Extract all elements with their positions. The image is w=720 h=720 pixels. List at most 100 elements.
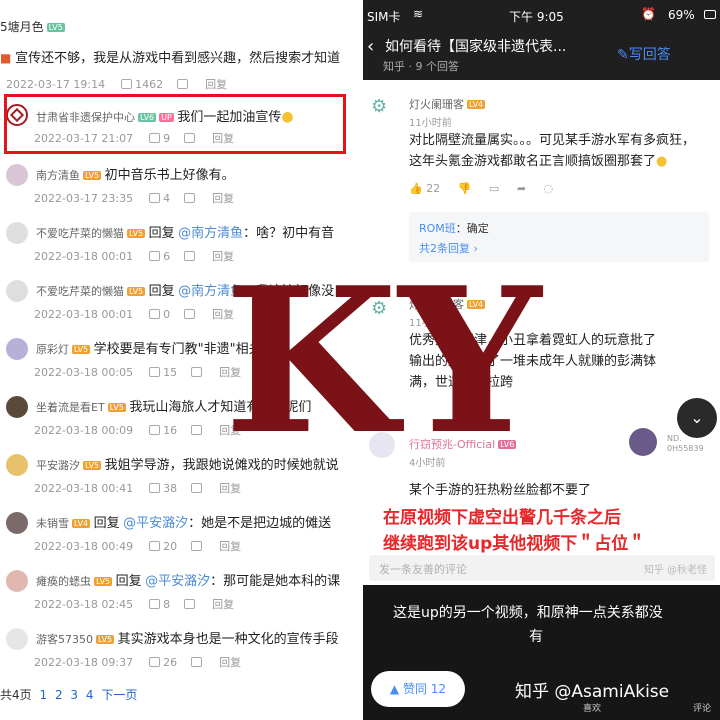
- like-count: 0: [163, 308, 171, 321]
- page-link-2[interactable]: 2: [55, 688, 63, 702]
- like-icon[interactable]: [149, 541, 161, 551]
- like-label[interactable]: 喜欢: [583, 701, 601, 714]
- avatar[interactable]: [6, 338, 28, 360]
- agree-label: 赞同 12: [402, 682, 447, 696]
- avatar[interactable]: ⚙: [371, 96, 395, 120]
- reply-button[interactable]: 回复: [219, 480, 241, 496]
- reply-button[interactable]: 回复: [219, 654, 241, 670]
- dislike-icon[interactable]: [191, 541, 203, 551]
- dislike-icon[interactable]: [177, 79, 189, 89]
- comment-line: 对比隔壁流量属实。。。可见某手游水军有多疯狂，: [409, 133, 696, 148]
- comment-date: 2022-03-18 09:37: [34, 656, 134, 669]
- level-badge: LV5: [96, 635, 115, 644]
- next-page-link[interactable]: 下一页: [101, 688, 137, 702]
- dislike-icon[interactable]: [184, 251, 196, 261]
- comment-text: 某个手游的狂热粉丝脸都不要了: [409, 483, 592, 498]
- reply-prefix: 回复: [148, 226, 175, 241]
- dislike-icon[interactable]: [191, 367, 203, 377]
- like-icon[interactable]: [149, 599, 161, 609]
- mention-link[interactable]: @南方清鱼: [178, 226, 243, 241]
- highlight-box: [4, 94, 346, 154]
- page-link-4[interactable]: 4: [86, 688, 94, 702]
- comment-icon[interactable]: ▭: [489, 182, 499, 195]
- avatar[interactable]: [6, 164, 28, 186]
- username-text: 未销雪: [36, 517, 69, 530]
- avatar[interactable]: [6, 512, 28, 534]
- avatar[interactable]: [6, 222, 28, 244]
- like-icon[interactable]: [149, 657, 161, 667]
- reply-button[interactable]: 回复: [212, 596, 234, 612]
- page-link-3[interactable]: 3: [70, 688, 78, 702]
- comment-label[interactable]: 评论: [693, 701, 711, 714]
- like-icon[interactable]: [149, 425, 161, 435]
- dislike-icon[interactable]: [191, 425, 203, 435]
- comment-username[interactable]: 灯火阑珊客 LV4: [409, 96, 486, 112]
- like-icon[interactable]: 👍: [409, 182, 423, 195]
- username-text: 灯火阑珊客: [409, 98, 464, 111]
- username-text: 瘫痪的蟋虫: [36, 575, 91, 588]
- more-icon[interactable]: ◌: [544, 182, 554, 195]
- top-comment-user: 5塘月色 LV5: [0, 18, 65, 35]
- like-icon[interactable]: [149, 483, 161, 493]
- like-icon[interactable]: [121, 79, 133, 89]
- dislike-icon[interactable]: [191, 483, 203, 493]
- comment-meta: 2022-03-18 00:09 16 回复: [34, 422, 241, 438]
- username-text: 原彩灯: [36, 343, 69, 356]
- avatar[interactable]: [6, 396, 28, 418]
- level-badge: LV5: [127, 287, 146, 296]
- back-icon[interactable]: ‹: [367, 36, 374, 57]
- list-item: 未销雪 LV4 回复 @平安潞汐：她是不是把边城的傩送 2022-03-18 00…: [0, 504, 360, 562]
- like-icon[interactable]: [149, 309, 161, 319]
- dislike-icon[interactable]: [184, 193, 196, 203]
- avatar[interactable]: [6, 280, 28, 302]
- dislike-icon[interactable]: [184, 599, 196, 609]
- username-text: 游客57350: [36, 633, 93, 646]
- comment-text: 其实游戏本身也是一种文化的宣传手段: [117, 632, 339, 647]
- like-icon[interactable]: [149, 251, 161, 261]
- like-icon[interactable]: [149, 193, 161, 203]
- write-answer-label: 写回答: [628, 47, 671, 63]
- comment-meta: 2022-03-17 23:35 4 回复: [34, 190, 234, 206]
- reply-button[interactable]: 回复: [212, 190, 234, 206]
- level-badge: LV4: [467, 100, 486, 109]
- avatar[interactable]: [6, 454, 28, 476]
- share-icon[interactable]: ➦: [517, 182, 526, 195]
- reply-avatar[interactable]: [629, 428, 657, 456]
- level-badge: LV5: [94, 577, 113, 586]
- watermark-text: 知乎 @秋老怪: [643, 565, 707, 576]
- comment-username[interactable]: 未销雪 LV4 回复 @平安潞汐：她是不是把边城的傩送: [36, 512, 331, 531]
- upvote-icon: ▲: [389, 682, 400, 696]
- page-link-1[interactable]: 1: [39, 688, 47, 702]
- agree-button[interactable]: ▲ 赞同 12: [371, 671, 465, 707]
- comment-text: 初中音乐书上好像有。: [104, 168, 235, 183]
- reply-prefix: 回复: [148, 284, 175, 299]
- sub-reply: ROM班：确定: [419, 220, 489, 236]
- caption-line: 有: [529, 629, 543, 645]
- level-badge: LV4: [72, 519, 91, 528]
- comment-username[interactable]: 不爱吃芹菜的懒猫 LV5 回复 @南方清鱼：啥？初中有音: [36, 222, 334, 241]
- sub-reply-author[interactable]: ROM班: [419, 222, 456, 235]
- scroll-down-button[interactable]: ⌄: [677, 398, 717, 438]
- dislike-icon[interactable]: [191, 657, 203, 667]
- dislike-icon[interactable]: 👎: [458, 182, 472, 195]
- comment-date: 2022-03-17 19:14: [6, 78, 106, 91]
- like-icon[interactable]: [149, 367, 161, 377]
- dislike-icon[interactable]: [184, 309, 196, 319]
- reply-prefix: 回复: [115, 574, 142, 589]
- mention-link[interactable]: @平安潞汐: [123, 516, 188, 531]
- comment-username[interactable]: 南方清鱼 LV5 初中音乐书上好像有。: [36, 164, 235, 183]
- reply-button[interactable]: 回复: [219, 538, 241, 554]
- write-answer-button[interactable]: ✎写回答: [617, 44, 671, 64]
- comment-username[interactable]: 瘫痪的蟋虫 LV5 回复 @平安潞汐：那可能是她本科的课: [36, 570, 340, 589]
- reply-button[interactable]: 回复: [205, 78, 227, 91]
- comment-input[interactable]: 发一条友善的评论 知乎 @秋老怪: [369, 555, 715, 581]
- comment-username[interactable]: 游客57350 LV5 其实游戏本身也是一种文化的宣传手段: [36, 628, 339, 647]
- comment-date: 2022-03-18 00:49: [34, 540, 134, 553]
- avatar[interactable]: [6, 628, 28, 650]
- mention-link[interactable]: @平安潞汐: [145, 574, 210, 589]
- username-text: 坐着流是看ET: [36, 401, 105, 414]
- question-title[interactable]: 如何看待【国家级非遗代表...: [385, 36, 566, 56]
- level-badge: LV5: [83, 461, 102, 470]
- like-count: 8: [163, 598, 171, 611]
- avatar[interactable]: [6, 570, 28, 592]
